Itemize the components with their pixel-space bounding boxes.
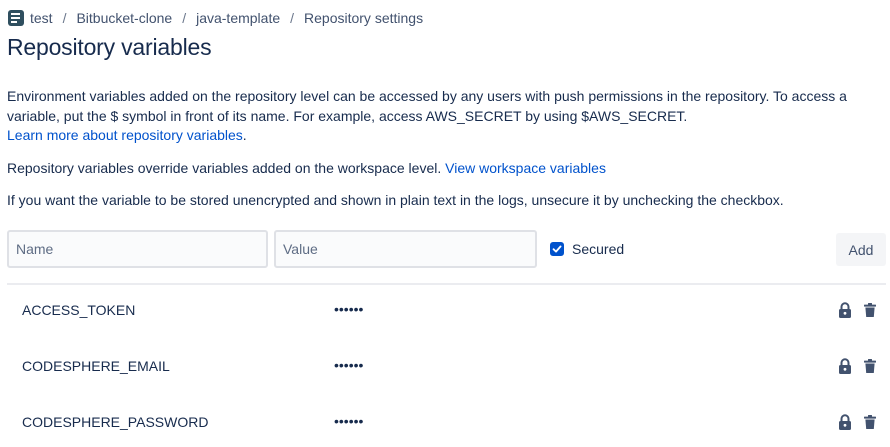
override-paragraph: Repository variables override variables … (7, 159, 885, 179)
variable-value-input[interactable] (274, 230, 537, 268)
breadcrumb-item-repository[interactable]: java-template (196, 10, 280, 26)
breadcrumb-separator: / (62, 10, 67, 26)
variable-value-masked: •••••• (334, 357, 364, 373)
variable-name: CODESPHERE_EMAIL (22, 358, 170, 374)
checkmark-icon (552, 245, 562, 253)
learn-more-link[interactable]: Learn more about repository variables (7, 127, 243, 143)
variable-row: CODESPHERE_PASSWORD •••••• (7, 403, 886, 443)
trash-icon[interactable] (864, 415, 876, 429)
intro-link-suffix: . (242, 127, 247, 143)
lock-icon[interactable] (838, 414, 852, 430)
variable-name: CODESPHERE_PASSWORD (22, 414, 209, 430)
intro-paragraph: Environment variables added on the repos… (7, 87, 885, 146)
variable-name-input[interactable] (7, 230, 268, 268)
lock-icon[interactable] (838, 358, 852, 374)
secured-label: Secured (572, 241, 625, 257)
variable-name: ACCESS_TOKEN (22, 302, 136, 318)
add-variable-button[interactable]: Add (836, 233, 886, 266)
repository-variables-page: test / Bitbucket-clone / java-template /… (0, 0, 890, 447)
repository-icon (8, 10, 24, 26)
breadcrumb: test / Bitbucket-clone / java-template /… (8, 9, 423, 27)
variable-value-masked: •••••• (334, 301, 364, 317)
breadcrumb-item-workspace[interactable]: test (30, 10, 53, 26)
trash-icon[interactable] (864, 303, 876, 317)
breadcrumb-item-project[interactable]: Bitbucket-clone (76, 10, 172, 26)
secured-toggle[interactable]: Secured (550, 241, 624, 257)
divider (7, 283, 886, 285)
breadcrumb-separator: / (290, 10, 295, 26)
variable-value-masked: •••••• (334, 413, 364, 429)
breadcrumb-item-settings[interactable]: Repository settings (304, 10, 423, 26)
secured-checkbox[interactable] (550, 242, 564, 256)
override-text: Repository variables override variables … (7, 160, 442, 176)
trash-icon[interactable] (864, 359, 876, 373)
breadcrumb-separator: / (182, 10, 187, 26)
variable-row: CODESPHERE_EMAIL •••••• (7, 347, 886, 387)
lock-icon[interactable] (838, 302, 852, 318)
view-workspace-variables-link[interactable]: View workspace variables (445, 160, 606, 176)
page-title: Repository variables (7, 34, 212, 60)
unsecure-note: If you want the variable to be stored un… (7, 192, 784, 208)
variable-row: ACCESS_TOKEN •••••• (7, 291, 886, 331)
intro-text: Environment variables added on the repos… (7, 88, 847, 124)
